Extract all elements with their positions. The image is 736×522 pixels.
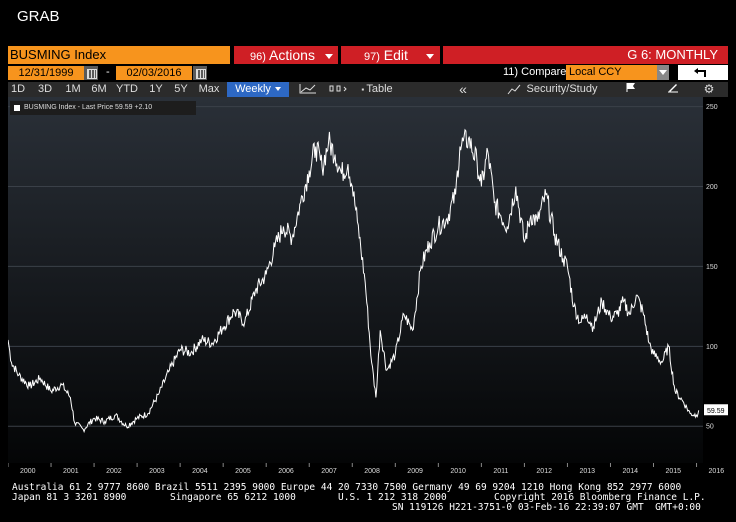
compare-button[interactable]: 11) Compare bbox=[503, 66, 566, 78]
y-tick-label: 250 bbox=[706, 104, 718, 111]
x-tick-label: 2016 bbox=[709, 468, 725, 474]
period-ytd-button[interactable]: YTD bbox=[114, 82, 140, 97]
x-tick-label: 2014 bbox=[622, 468, 638, 474]
calendar-icon[interactable] bbox=[84, 66, 98, 80]
x-axis: 2000 2001 2002 2003 2004 2005 2006 2007 2008 2009… bbox=[8, 463, 724, 474]
pencil-icon bbox=[668, 84, 678, 93]
x-tick-label: 2011 bbox=[493, 468, 508, 474]
settings-button[interactable]: ⚙ bbox=[698, 82, 720, 97]
menu-divider bbox=[338, 46, 341, 64]
x-tick-label: 2003 bbox=[149, 468, 165, 474]
bar-style-button[interactable] bbox=[326, 82, 350, 97]
flag-icon bbox=[626, 83, 635, 92]
ticker-input[interactable]: BUSMING Index bbox=[8, 46, 230, 64]
frequency-label: Weekly bbox=[235, 83, 271, 95]
x-tick-label: 2012 bbox=[536, 468, 552, 474]
chart-mode-label: G 6: MONTHLY bbox=[627, 47, 718, 62]
flag-button[interactable] bbox=[620, 82, 642, 97]
actions-menu-number: 96) bbox=[250, 51, 266, 63]
back-arrow-icon bbox=[694, 68, 706, 77]
calendar-icon[interactable] bbox=[193, 66, 207, 80]
x-tick-label: 2007 bbox=[321, 468, 337, 474]
chevron-down-icon bbox=[425, 53, 434, 59]
actions-menu[interactable]: 96) Actions bbox=[250, 46, 333, 64]
table-button-label: Table bbox=[366, 83, 393, 95]
y-tick-label: 200 bbox=[706, 184, 718, 191]
x-tick-label: 2004 bbox=[192, 468, 208, 474]
y-tick-label: 50 bbox=[706, 424, 714, 431]
x-tick-label: 2015 bbox=[666, 468, 682, 474]
plot-background bbox=[8, 97, 703, 463]
menu-divider bbox=[440, 46, 443, 64]
price-chart[interactable]: 50100150200250 2000 2001 2002 2003 2004 2005 2… bbox=[8, 97, 728, 474]
line-chart-icon bbox=[299, 84, 316, 94]
x-tick-label: 2008 bbox=[364, 468, 380, 474]
last-price-marker: 59.59 bbox=[704, 404, 728, 416]
x-tick-label: 2006 bbox=[278, 468, 294, 474]
x-tick-label: 2013 bbox=[579, 468, 595, 474]
security-study-label: Security/Study bbox=[526, 83, 598, 95]
period-1y-button[interactable]: 1Y bbox=[146, 82, 166, 97]
legend-text: BUSMING Index - Last Price 59.59 +2.10 bbox=[24, 104, 153, 111]
candlestick-icon bbox=[329, 85, 347, 92]
period-1m-button[interactable]: 1M bbox=[62, 82, 84, 97]
x-tick-label: 2009 bbox=[407, 468, 423, 474]
period-3d-button[interactable]: 3D bbox=[35, 82, 55, 97]
edit-menu[interactable]: 97) Edit bbox=[364, 46, 434, 64]
edit-menu-number: 97) bbox=[364, 51, 380, 63]
menu-bar: 96) Actions 97) Edit G 6: MONTHLY bbox=[234, 46, 728, 64]
period-5y-button[interactable]: 5Y bbox=[170, 82, 192, 97]
annotate-button[interactable] bbox=[662, 82, 684, 97]
footer-contacts-singapore: Singapore 65 6212 1000 bbox=[170, 492, 296, 503]
x-tick-label: 2000 bbox=[20, 468, 36, 474]
y-axis: 50 100 150 200 250 bbox=[706, 104, 718, 431]
period-6m-button[interactable]: 6M bbox=[88, 82, 110, 97]
chevron-down-icon[interactable] bbox=[657, 65, 669, 80]
chevron-down-icon bbox=[324, 53, 333, 59]
period-max-button[interactable]: Max bbox=[196, 82, 222, 97]
actions-menu-label: Actions bbox=[269, 47, 315, 63]
study-icon bbox=[507, 84, 520, 94]
footer-session-info: SN 119126 H221-3751-0 03-Feb-16 22:39:07… bbox=[392, 502, 701, 513]
edit-menu-label: Edit bbox=[383, 47, 408, 63]
chart-legend[interactable]: BUSMING Index - Last Price 59.59 +2.10 bbox=[10, 101, 196, 115]
frequency-select[interactable]: Weekly bbox=[227, 82, 289, 97]
y-tick-label: 100 bbox=[706, 344, 718, 351]
scroll-left-button[interactable]: « bbox=[446, 82, 480, 97]
window-title: GRAB bbox=[17, 8, 60, 25]
y-tick-label: 150 bbox=[706, 264, 718, 271]
currency-select[interactable]: Local CCY bbox=[566, 65, 658, 80]
chevron-down-icon bbox=[274, 87, 281, 92]
x-tick-label: 2001 bbox=[63, 468, 79, 474]
line-chart-button[interactable] bbox=[296, 82, 320, 97]
footer-contacts-japan: Japan 81 3 3201 8900 bbox=[12, 492, 127, 503]
date-separator: - bbox=[106, 66, 110, 78]
x-tick-label: 2010 bbox=[450, 468, 466, 474]
start-date-input[interactable]: 12/31/1999 bbox=[8, 66, 84, 80]
table-button[interactable]: ▪ Table bbox=[354, 82, 400, 97]
x-tick-label: 2005 bbox=[235, 468, 251, 474]
gear-icon: ⚙ bbox=[703, 82, 715, 96]
chart-toolbar: 1D 3D 1M 6M YTD 1Y 5Y Max Weekly ▪ Table… bbox=[8, 82, 728, 97]
end-date-input[interactable]: 02/03/2016 bbox=[116, 66, 192, 80]
legend-swatch bbox=[14, 105, 20, 111]
period-1d-button[interactable]: 1D bbox=[8, 82, 28, 97]
x-tick-label: 2002 bbox=[106, 468, 122, 474]
security-study-button[interactable]: Security/Study bbox=[498, 82, 606, 97]
back-button[interactable] bbox=[678, 65, 728, 80]
last-price-label: 59.59 bbox=[707, 408, 725, 415]
double-chevron-left-icon: « bbox=[459, 81, 467, 97]
